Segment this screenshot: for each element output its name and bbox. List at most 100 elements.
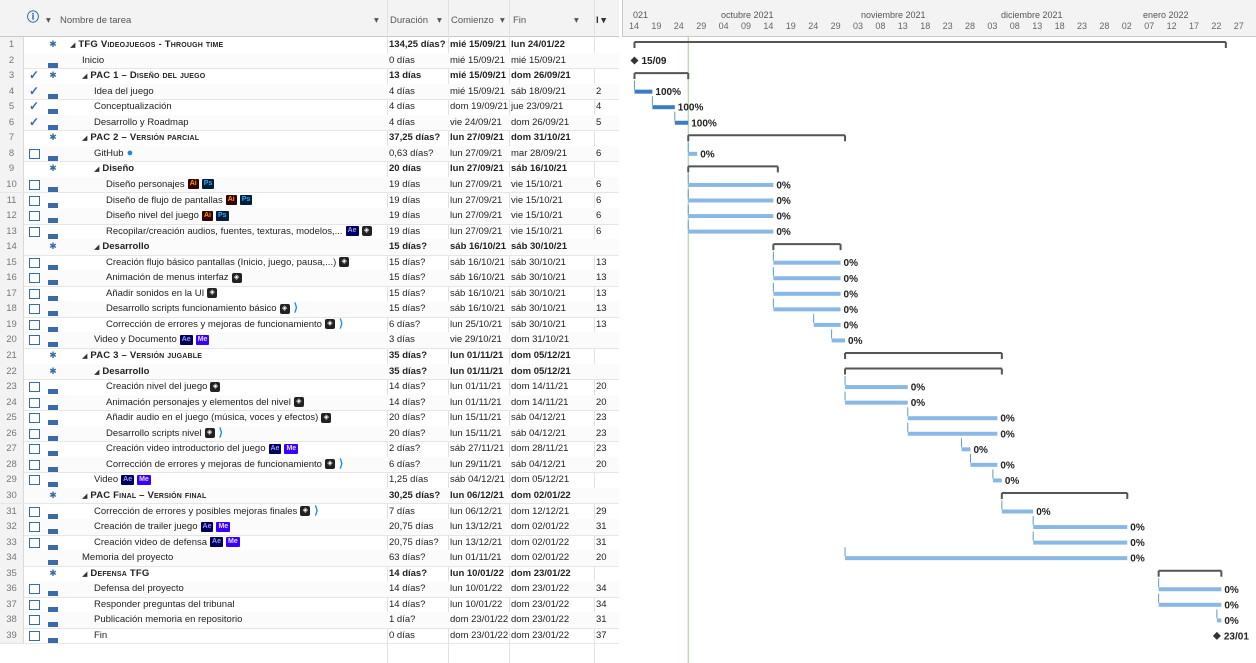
task-name[interactable]: Defensa del proyecto — [64, 581, 416, 597]
cell-start[interactable]: lun 06/12/21 — [450, 504, 510, 520]
row-id[interactable]: 36 — [0, 581, 24, 597]
cell-pred[interactable]: 31 — [596, 535, 618, 551]
cell-end[interactable]: dom 05/12/21 — [511, 364, 573, 380]
task-name[interactable]: Video y Documento Ae Me — [64, 332, 416, 348]
table-row[interactable]: 18 Desarrollo scripts funcionamiento bási… — [0, 301, 619, 318]
table-row[interactable]: 6 ✓ Desarrollo y Roadmap 4 días vie 24/09/21… — [0, 114, 619, 132]
table-row[interactable]: 39 Fin 0 días dom 23/01/22 dom 23/01/22 37 — [0, 627, 619, 645]
table-row[interactable]: 20 Video y Documento Ae Me 3 días vie 29/10/2… — [0, 332, 619, 349]
cell-end[interactable]: sáb 30/10/21 — [511, 255, 573, 271]
cell-start[interactable]: lun 13/12/21 — [450, 519, 510, 535]
row-id[interactable]: 14 — [0, 239, 24, 255]
cell-pred[interactable] — [596, 566, 618, 582]
cell-duration[interactable]: 63 días? — [389, 550, 449, 566]
task-mode[interactable]: ✱ — [44, 161, 62, 177]
cell-end[interactable]: dom 23/01/22 — [511, 597, 573, 613]
cell-start[interactable]: lun 13/12/21 — [450, 535, 510, 551]
row-id[interactable]: 4 — [0, 83, 24, 100]
row-id[interactable]: 31 — [0, 503, 24, 519]
task-name[interactable]: GitHub ● — [64, 146, 416, 162]
cell-start[interactable]: mié 15/09/21 — [450, 53, 510, 69]
row-id[interactable]: 9 — [0, 161, 24, 177]
task-mode[interactable] — [44, 99, 62, 115]
cell-duration[interactable]: 15 días? — [389, 255, 449, 271]
cell-end[interactable]: sáb 30/10/21 — [511, 286, 573, 302]
table-row[interactable]: 23 Creación nivel del juego ◈ 14 días? lun 0… — [0, 379, 619, 396]
table-row[interactable]: 38 Publicación memoria en repositorio 1 dí… — [0, 612, 619, 629]
task-mode[interactable] — [44, 597, 62, 613]
table-row[interactable]: 15 Creación flujo básico pantallas (Inici… — [0, 254, 619, 272]
cell-duration[interactable]: 37,25 días? — [389, 130, 449, 146]
row-id[interactable]: 17 — [0, 285, 24, 302]
cell-end[interactable]: dom 31/10/21 — [511, 130, 573, 146]
task-name[interactable]: Creación de trailer juego Ae Me — [64, 519, 416, 535]
cell-start[interactable]: sáb 16/10/21 — [450, 239, 510, 255]
task-name[interactable]: Creación video de defensa Ae Me — [64, 535, 416, 551]
task-name[interactable]: Fin — [64, 628, 416, 644]
cell-end[interactable]: dom 02/01/22 — [511, 550, 573, 566]
cell-pred[interactable] — [596, 488, 618, 504]
cell-start[interactable]: lun 10/01/22 — [450, 597, 510, 613]
cell-end[interactable]: dom 23/01/22 — [511, 566, 573, 582]
task-name[interactable]: Diseño de flujo de pantallas Ai Ps — [64, 193, 428, 209]
task-name[interactable]: ◢ PAC 1 – Diseño del juego — [64, 68, 404, 84]
row-id[interactable]: 7 — [0, 130, 24, 146]
cell-start[interactable]: lun 01/11/21 — [450, 550, 510, 566]
task-name[interactable]: Recopilar/creación audios, fuentes, text… — [64, 224, 428, 240]
cell-end[interactable]: mié 15/09/21 — [511, 53, 573, 69]
table-row[interactable]: 27 Creación video introductorio del juego… — [0, 441, 619, 458]
cell-start[interactable]: sáb 16/10/21 — [450, 301, 510, 317]
table-row[interactable]: 1 ✱ ◢ TFG Videojuegos - Through time 134,25 … — [0, 37, 619, 54]
cell-duration[interactable]: 134,25 días? — [389, 37, 449, 53]
cell-duration[interactable]: 19 días — [389, 224, 449, 240]
task-name[interactable]: Idea del juego — [64, 84, 416, 100]
cell-end[interactable]: mar 28/09/21 — [511, 146, 573, 162]
cell-duration[interactable]: 13 días — [389, 68, 449, 84]
row-id[interactable]: 39 — [0, 627, 24, 644]
task-mode[interactable] — [44, 255, 62, 271]
cell-end[interactable]: dom 28/11/21 — [511, 441, 573, 457]
cell-pred[interactable]: 6 — [596, 146, 618, 162]
cell-end[interactable]: dom 23/01/22 — [511, 612, 573, 628]
row-id[interactable]: 12 — [0, 208, 24, 224]
cell-duration[interactable]: 20 días? — [389, 426, 449, 442]
task-name[interactable]: Animación personajes y elementos del niv… — [64, 395, 428, 411]
cell-pred[interactable]: 13 — [596, 317, 618, 333]
task-mode[interactable] — [44, 286, 62, 302]
cell-duration[interactable]: 14 días? — [389, 395, 449, 411]
cell-pred[interactable]: 23 — [596, 410, 618, 426]
cell-end[interactable]: vie 15/10/21 — [511, 177, 573, 193]
cell-pred[interactable]: 20 — [596, 550, 618, 566]
cell-end[interactable]: vie 15/10/21 — [511, 193, 573, 209]
task-name[interactable]: ◢ TFG Videojuegos - Through time — [64, 37, 392, 53]
cell-pred[interactable] — [596, 472, 618, 488]
cell-start[interactable]: lun 01/11/21 — [450, 364, 510, 380]
row-id[interactable]: 11 — [0, 192, 24, 208]
cell-duration[interactable]: 30,25 días? — [389, 488, 449, 504]
table-row[interactable]: 31 Corrección de errores y posibles mejor… — [0, 503, 619, 520]
cell-start[interactable]: lun 27/09/21 — [450, 146, 510, 162]
table-row[interactable]: 35 ✱ ◢ Defensa TFG 14 días? lun 10/01/22 dom 2… — [0, 565, 619, 583]
cell-end[interactable]: dom 14/11/21 — [511, 379, 573, 395]
task-mode[interactable] — [44, 332, 62, 348]
cell-pred[interactable]: 4 — [596, 99, 618, 115]
table-row[interactable]: 33 Creación video de defensa Ae Me 20,75 día… — [0, 534, 619, 552]
cell-start[interactable]: lun 27/09/21 — [450, 193, 510, 209]
cell-duration[interactable]: 4 días — [389, 115, 449, 131]
cell-duration[interactable]: 3 días — [389, 332, 449, 348]
cell-pred[interactable]: 13 — [596, 286, 618, 302]
row-id[interactable]: 35 — [0, 565, 24, 582]
cell-end[interactable]: sáb 18/09/21 — [511, 84, 573, 100]
cell-start[interactable]: vie 24/09/21 — [450, 115, 510, 131]
cell-end[interactable]: dom 23/01/22 — [511, 628, 573, 644]
cell-end[interactable]: sáb 30/10/21 — [511, 270, 573, 286]
task-mode[interactable]: ✱ — [44, 348, 62, 364]
cell-pred[interactable]: 31 — [596, 612, 618, 628]
task-mode[interactable] — [44, 53, 62, 69]
task-name[interactable]: Añadir audio en el juego (música, voces … — [64, 410, 428, 426]
table-row[interactable]: 29 Video Ae Me 1,25 días sáb 04/12/21 dom 05/1… — [0, 472, 619, 489]
task-name[interactable]: Creación video introductorio del juego Ae… — [64, 441, 428, 457]
task-mode[interactable]: ✱ — [44, 239, 62, 255]
cell-pred[interactable] — [596, 37, 618, 53]
row-id[interactable]: 3 — [0, 68, 24, 84]
